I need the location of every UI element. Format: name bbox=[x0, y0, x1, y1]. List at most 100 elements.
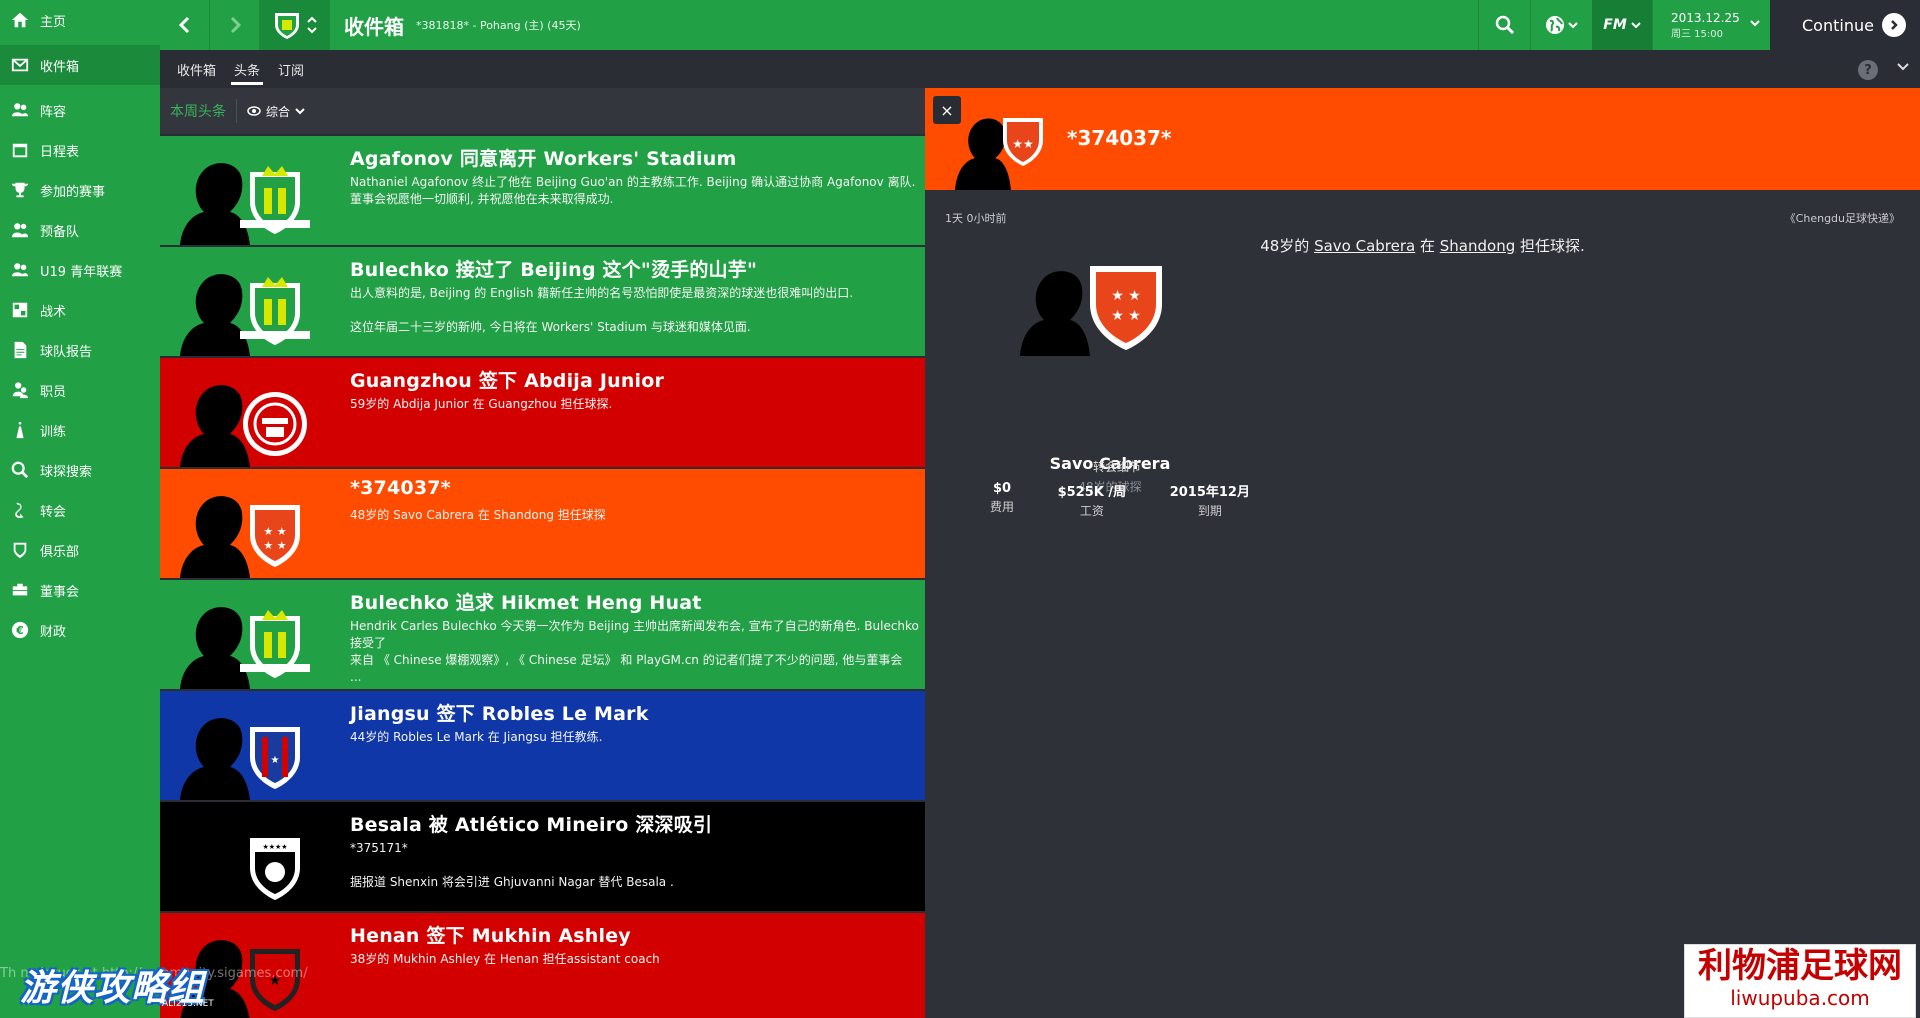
news-item[interactable]: ★ ★ ★ ★ *374037* 48岁的 Savo Cabrera 在 Sha… bbox=[160, 469, 925, 578]
news-source: 《Chengdu足球快递》 bbox=[1784, 212, 1900, 225]
club-link[interactable]: Shandong bbox=[1440, 237, 1515, 255]
tab[interactable]: 收件箱 bbox=[168, 50, 225, 88]
sidebar-item[interactable]: 阵容 bbox=[0, 90, 160, 130]
watermark-right-title: 利物浦足球网 bbox=[1698, 946, 1902, 986]
sidebar-item[interactable]: 董事会 bbox=[0, 570, 160, 610]
sidebar-item[interactable]: 预备队 bbox=[0, 210, 160, 250]
sidebar-item-label: 职员 bbox=[40, 384, 67, 400]
news-item[interactable]: ★★★★ Besala 被 Atlético Mineiro 深深吸引 *375… bbox=[160, 802, 925, 911]
chevron-down-icon bbox=[1568, 22, 1578, 29]
lead-text: 48岁的 bbox=[1260, 237, 1315, 255]
svg-text:★ ★: ★ ★ bbox=[263, 539, 286, 552]
club-crest-icon: ★★ bbox=[1003, 118, 1043, 166]
news-item[interactable]: Bulechko 接过了 Beijing 这个"烫手的山芋" 出人意料的是, B… bbox=[160, 247, 925, 356]
news-headline: *374037* bbox=[350, 477, 451, 499]
search-button[interactable] bbox=[1478, 0, 1530, 50]
player-link[interactable]: Savo Cabrera bbox=[1314, 237, 1415, 255]
news-item[interactable]: ★ Jiangsu 签下 Robles Le Mark 44岁的 Robles … bbox=[160, 691, 925, 800]
news-summary: Hendrik Carles Bulechko 今天第一次作为 Beijing … bbox=[350, 619, 919, 684]
page-title: 收件箱 bbox=[344, 14, 404, 39]
news-summary: Nathaniel Agafonov 终止了他在 Beijing Guo'an … bbox=[350, 175, 916, 206]
tactics-icon bbox=[10, 300, 30, 320]
sidebar-item-label: 日程表 bbox=[40, 144, 80, 160]
sidebar-item-label: 主页 bbox=[40, 14, 67, 30]
club-switcher[interactable] bbox=[260, 0, 330, 50]
svg-text:★★: ★★ bbox=[1012, 137, 1034, 151]
view-dropdown[interactable]: 综合 bbox=[247, 103, 305, 120]
sidebar-item[interactable]: U19 青年联赛 bbox=[0, 250, 160, 290]
svg-text:€: € bbox=[15, 624, 24, 637]
news-item[interactable]: Bulechko 追求 Hikmet Heng Huat Hendrik Car… bbox=[160, 580, 925, 689]
detail-banner: × ★★ *374037* bbox=[925, 88, 1920, 190]
news-headline: Guangzhou 签下 Abdija Junior bbox=[350, 370, 665, 392]
news-headline: Henan 签下 Mukhin Ashley bbox=[350, 925, 631, 947]
transfer-icon bbox=[10, 500, 30, 520]
chevron-down-icon bbox=[295, 108, 305, 115]
news-avatar-icon: ★ ★ ★ ★ bbox=[180, 496, 300, 578]
sidebar-item[interactable]: 收件箱 bbox=[0, 45, 160, 85]
sidebar-item[interactable]: 俱乐部 bbox=[0, 530, 160, 570]
tab[interactable]: 订阅 bbox=[269, 50, 313, 88]
continue-button[interactable]: Continue bbox=[1770, 0, 1920, 50]
fm-menu-button[interactable]: FM bbox=[1592, 0, 1652, 50]
game-date[interactable]: 2013.12.25 周三 15:00 bbox=[1652, 0, 1770, 50]
trophy-icon bbox=[10, 180, 30, 200]
club-icon bbox=[10, 540, 30, 560]
eye-icon bbox=[247, 106, 261, 116]
search-icon bbox=[10, 460, 30, 480]
sidebar-item-label: 俱乐部 bbox=[40, 544, 80, 560]
world-menu-button[interactable] bbox=[1530, 0, 1592, 50]
news-headline: Bulechko 追求 Hikmet Heng Huat bbox=[350, 592, 702, 614]
news-headline: Bulechko 接过了 Beijing 这个"烫手的山芋" bbox=[350, 259, 758, 281]
news-avatar-icon bbox=[180, 274, 310, 356]
sidebar-item-label: 董事会 bbox=[40, 584, 80, 600]
transfer-key: 费用 bbox=[990, 500, 1015, 514]
sidebar-item-label: U19 青年联赛 bbox=[40, 264, 123, 280]
sidebar-item[interactable]: € 财政 bbox=[0, 610, 160, 650]
news-item[interactable]: Agafonov 同意离开 Workers' Stadium Nathaniel… bbox=[160, 136, 925, 245]
news-summary: 59岁的 Abdija Junior 在 Guangzhou 担任球探. bbox=[350, 397, 613, 411]
sidebar-item[interactable]: 日程表 bbox=[0, 130, 160, 170]
sidebar-item[interactable]: 转会 bbox=[0, 490, 160, 530]
news-lead: 48岁的 Savo Cabrera 在 Shandong 担任球探. bbox=[925, 235, 1920, 256]
filter-period-link[interactable]: 本周头条 bbox=[170, 99, 237, 123]
chevron-up-down-icon bbox=[307, 16, 317, 34]
svg-text:★ ★: ★ ★ bbox=[1111, 288, 1141, 304]
help-button[interactable]: ? bbox=[1858, 60, 1878, 80]
sidebar-item[interactable]: 球队报告 bbox=[0, 330, 160, 370]
transfer-details: 转会细节 $0 费用 $525K /周 工资 2015年12月 到期 bbox=[990, 458, 1250, 519]
sidebar-item[interactable]: 参加的赛事 bbox=[0, 170, 160, 210]
news-summary: 44岁的 Robles Le Mark 在 Jiangsu 担任教练. bbox=[350, 730, 603, 744]
chevron-down-icon bbox=[1750, 20, 1760, 27]
detail-title: *374037* bbox=[1067, 126, 1172, 150]
tab[interactable]: 头条 bbox=[225, 50, 269, 88]
sidebar-item-label: 预备队 bbox=[40, 224, 80, 240]
sidebar-item-label: 收件箱 bbox=[40, 59, 80, 75]
chevron-right-icon bbox=[230, 16, 241, 34]
inbox-icon bbox=[10, 55, 30, 75]
club-crest-icon bbox=[243, 392, 307, 456]
transfer-field: 2015年12月 到期 bbox=[1170, 481, 1250, 519]
sidebar-item[interactable]: 球探搜索 bbox=[0, 450, 160, 490]
report-icon bbox=[10, 340, 30, 360]
transfer-value: $525K /周 bbox=[1057, 485, 1127, 500]
top-bar: 收件箱 *381818* - Pohang (主) (45天) FM 2013.… bbox=[160, 0, 1920, 50]
player-card[interactable]: ★ ★ ★ ★ Savo Cabrera 48岁的球探 bbox=[1010, 258, 1210, 494]
chevron-down-icon bbox=[1631, 22, 1641, 29]
back-button[interactable] bbox=[160, 0, 210, 50]
board-icon bbox=[10, 580, 30, 600]
forward-button[interactable] bbox=[210, 0, 260, 50]
sidebar-item[interactable]: 战术 bbox=[0, 290, 160, 330]
transfer-key: 工资 bbox=[1079, 504, 1104, 518]
news-item[interactable]: Guangzhou 签下 Abdija Junior 59岁的 Abdija J… bbox=[160, 358, 925, 467]
sidebar-item[interactable]: 职员 bbox=[0, 370, 160, 410]
club-crest-icon bbox=[240, 610, 310, 678]
training-icon bbox=[10, 420, 30, 440]
chevron-down-icon[interactable] bbox=[1896, 60, 1910, 74]
transfer-field: $0 费用 bbox=[990, 481, 1014, 519]
watermark-left-sub: ALI213.NET bbox=[162, 999, 214, 1009]
sidebar-item[interactable]: 主页 bbox=[0, 0, 160, 40]
sidebar-item[interactable]: 训练 bbox=[0, 410, 160, 450]
continue-label: Continue bbox=[1802, 15, 1874, 35]
news-avatar-icon bbox=[180, 607, 310, 689]
